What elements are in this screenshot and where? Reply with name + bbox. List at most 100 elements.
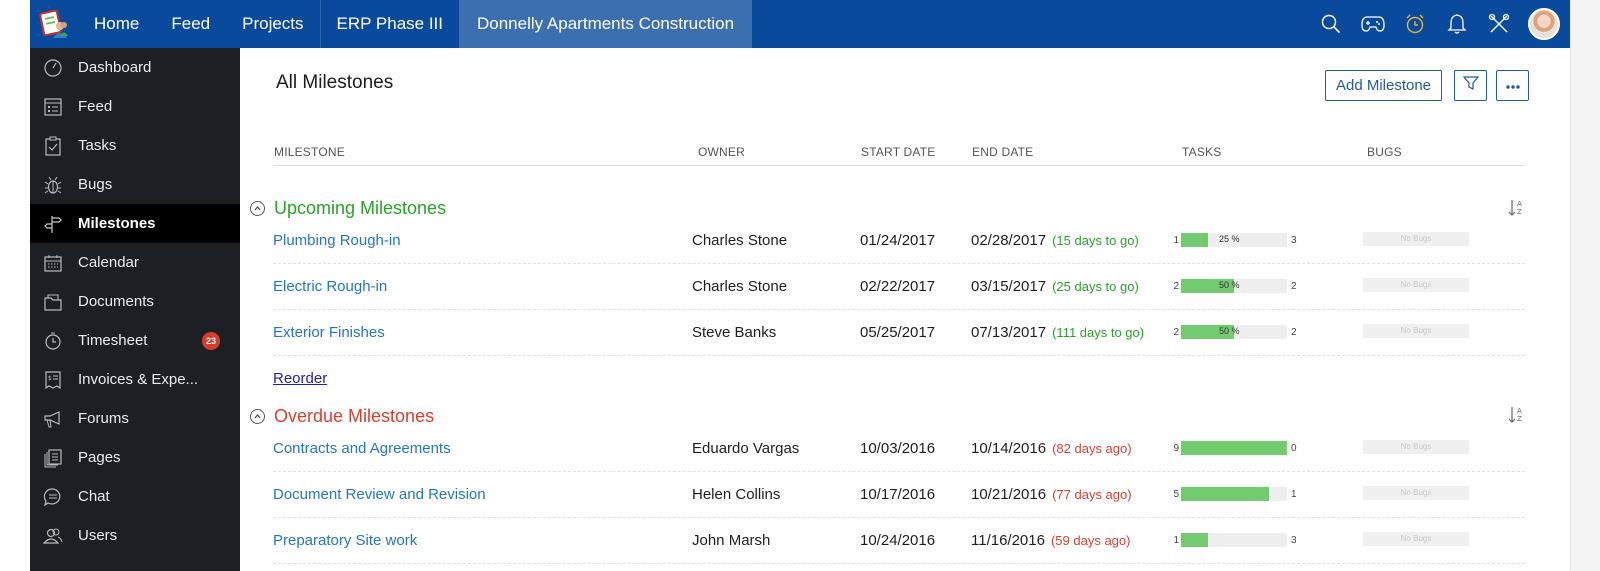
top-navigation-bar: Home Feed Projects ERP Phase III Donnell… [30, 0, 1570, 48]
milestone-end-date: 11/16/2016 (59 days ago) [971, 532, 1130, 549]
end-date-value: 10/14/2016 [971, 440, 1047, 457]
milestone-row[interactable]: Exterior Finishes Steve Banks 05/25/2017… [273, 310, 1525, 356]
nav-feed[interactable]: Feed [155, 0, 226, 48]
sidebar-item-chat[interactable]: Chat [30, 477, 240, 516]
nav-erp-phase-iii[interactable]: ERP Phase III [319, 0, 459, 48]
tasks-progress[interactable]: 2 50 % 2 [1169, 278, 1297, 294]
app-logo[interactable] [30, 0, 78, 48]
sidebar-item-label: Pages [78, 449, 121, 466]
more-options-button[interactable] [1496, 70, 1529, 101]
tasks-closed-count: 2 [1291, 326, 1297, 338]
tools-icon[interactable] [1478, 0, 1520, 48]
sidebar-item-label: Dashboard [78, 59, 152, 76]
nav-projects[interactable]: Projects [226, 0, 319, 48]
bugs-status: No Bugs [1363, 278, 1469, 292]
tasks-progress-bar: 50 % [1181, 325, 1287, 339]
sidebar-item-tasks[interactable]: Tasks [30, 126, 240, 165]
sidebar-item-dashboard[interactable]: Dashboard [30, 48, 240, 87]
tasks-open-count: 2 [1173, 280, 1179, 292]
tasks-progress[interactable]: 2 50 % 2 [1169, 324, 1297, 340]
milestone-owner[interactable]: Eduardo Vargas [692, 440, 799, 457]
sidebar-item-invoices[interactable]: $ Invoices & Expe... [30, 360, 240, 399]
search-icon[interactable] [1310, 0, 1352, 48]
bugs-status: No Bugs [1363, 532, 1469, 546]
column-header-bugs[interactable]: BUGS [1367, 145, 1402, 159]
add-milestone-button[interactable]: Add Milestone [1325, 70, 1442, 101]
sidebar-item-users[interactable]: Users [30, 516, 240, 555]
milestone-owner[interactable]: Steve Banks [692, 324, 776, 341]
collapse-chevron-icon[interactable] [250, 201, 265, 216]
user-avatar[interactable] [1528, 8, 1560, 40]
main-content: All Milestones Add Milestone MILESTONE O… [240, 48, 1570, 571]
collapse-chevron-icon[interactable] [250, 409, 265, 424]
megaphone-icon [42, 408, 64, 430]
end-date-relative: (82 days ago) [1052, 441, 1132, 456]
sidebar-item-label: Timesheet [78, 332, 148, 349]
sidebar-item-forums[interactable]: Forums [30, 399, 240, 438]
milestone-owner[interactable]: Charles Stone [692, 232, 787, 249]
tasks-progress[interactable]: 1 3 [1169, 532, 1297, 548]
sidebar-item-milestones[interactable]: Milestones [30, 204, 240, 243]
milestone-row[interactable]: Preparatory Site work John Marsh 10/24/2… [273, 518, 1525, 564]
tasks-closed-count: 2 [1291, 280, 1297, 292]
milestone-row[interactable]: Contracts and Agreements Eduardo Vargas … [273, 426, 1525, 472]
milestone-row[interactable]: Electric Rough-in Charles Stone 02/22/20… [273, 264, 1525, 310]
milestone-owner[interactable]: Charles Stone [692, 278, 787, 295]
sidebar-item-documents[interactable]: Documents [30, 282, 240, 321]
signpost-icon [42, 213, 64, 235]
tasks-progress[interactable]: 1 25 % 3 [1169, 232, 1297, 248]
milestone-name-link[interactable]: Document Review and Revision [273, 486, 486, 503]
milestone-name-link[interactable]: Electric Rough-in [273, 278, 387, 295]
sidebar-item-feed[interactable]: Feed [30, 87, 240, 126]
sidebar-item-timesheet[interactable]: Timesheet 23 [30, 321, 240, 360]
nav-home[interactable]: Home [78, 0, 155, 48]
milestone-name-link[interactable]: Preparatory Site work [273, 532, 417, 549]
pages-icon [42, 447, 64, 469]
reorder-link[interactable]: Reorder [273, 370, 327, 387]
svg-text:$: $ [48, 375, 52, 382]
group-header-upcoming[interactable]: Upcoming Milestones [250, 198, 446, 219]
column-header-start-date[interactable]: START DATE [861, 145, 935, 159]
sidebar-item-label: Documents [78, 293, 154, 310]
sidebar-item-calendar[interactable]: Calendar [30, 243, 240, 282]
alarm-clock-icon[interactable] [1394, 0, 1436, 48]
sort-az-icon[interactable]: AZ [1507, 405, 1527, 425]
column-header-owner[interactable]: OWNER [698, 145, 745, 159]
sidebar-item-label: Chat [78, 488, 110, 505]
tasks-progress[interactable]: 5 1 [1169, 486, 1297, 502]
tasks-progress-bar [1181, 487, 1287, 501]
milestone-start-date: 10/03/2016 [860, 440, 936, 457]
column-header-milestone[interactable]: MILESTONE [274, 145, 345, 159]
svg-text:A: A [1517, 200, 1522, 208]
group-header-overdue[interactable]: Overdue Milestones [250, 406, 434, 427]
sidebar: Dashboard Feed Tasks Bugs Milestones Cal… [30, 48, 240, 571]
column-header-tasks[interactable]: TASKS [1182, 145, 1221, 159]
sort-az-icon[interactable]: AZ [1507, 198, 1527, 218]
bell-icon[interactable] [1436, 0, 1478, 48]
sidebar-item-pages[interactable]: Pages [30, 438, 240, 477]
end-date-relative: (111 days to go) [1052, 325, 1145, 340]
milestone-name-link[interactable]: Plumbing Rough-in [273, 232, 401, 249]
svg-text:Z: Z [1517, 208, 1522, 216]
tasks-progress[interactable]: 9 0 [1169, 440, 1297, 456]
sidebar-item-label: Forums [78, 410, 129, 427]
bug-icon [42, 174, 64, 196]
milestone-name-link[interactable]: Exterior Finishes [273, 324, 385, 341]
milestone-row[interactable]: Plumbing Rough-in Charles Stone 01/24/20… [273, 218, 1525, 264]
end-date-value: 07/13/2017 [971, 324, 1047, 341]
end-date-relative: (59 days ago) [1050, 533, 1131, 548]
milestone-start-date: 10/24/2016 [860, 532, 936, 549]
sidebar-item-label: Milestones [78, 215, 156, 232]
filter-button[interactable] [1454, 70, 1487, 101]
column-header-end-date[interactable]: END DATE [972, 145, 1033, 159]
nav-current-project[interactable]: Donnelly Apartments Construction [459, 0, 753, 48]
milestone-owner[interactable]: Helen Collins [692, 486, 780, 503]
milestone-row[interactable]: Document Review and Revision Helen Colli… [273, 472, 1525, 518]
milestone-name-link[interactable]: Contracts and Agreements [273, 440, 451, 457]
tasks-progress-bar [1181, 533, 1287, 547]
milestone-owner[interactable]: John Marsh [692, 532, 770, 549]
sidebar-item-label: Bugs [78, 176, 113, 193]
sidebar-item-bugs[interactable]: Bugs [30, 165, 240, 204]
end-date-relative: (77 days ago) [1052, 487, 1132, 502]
gamepad-icon[interactable] [1352, 0, 1394, 48]
